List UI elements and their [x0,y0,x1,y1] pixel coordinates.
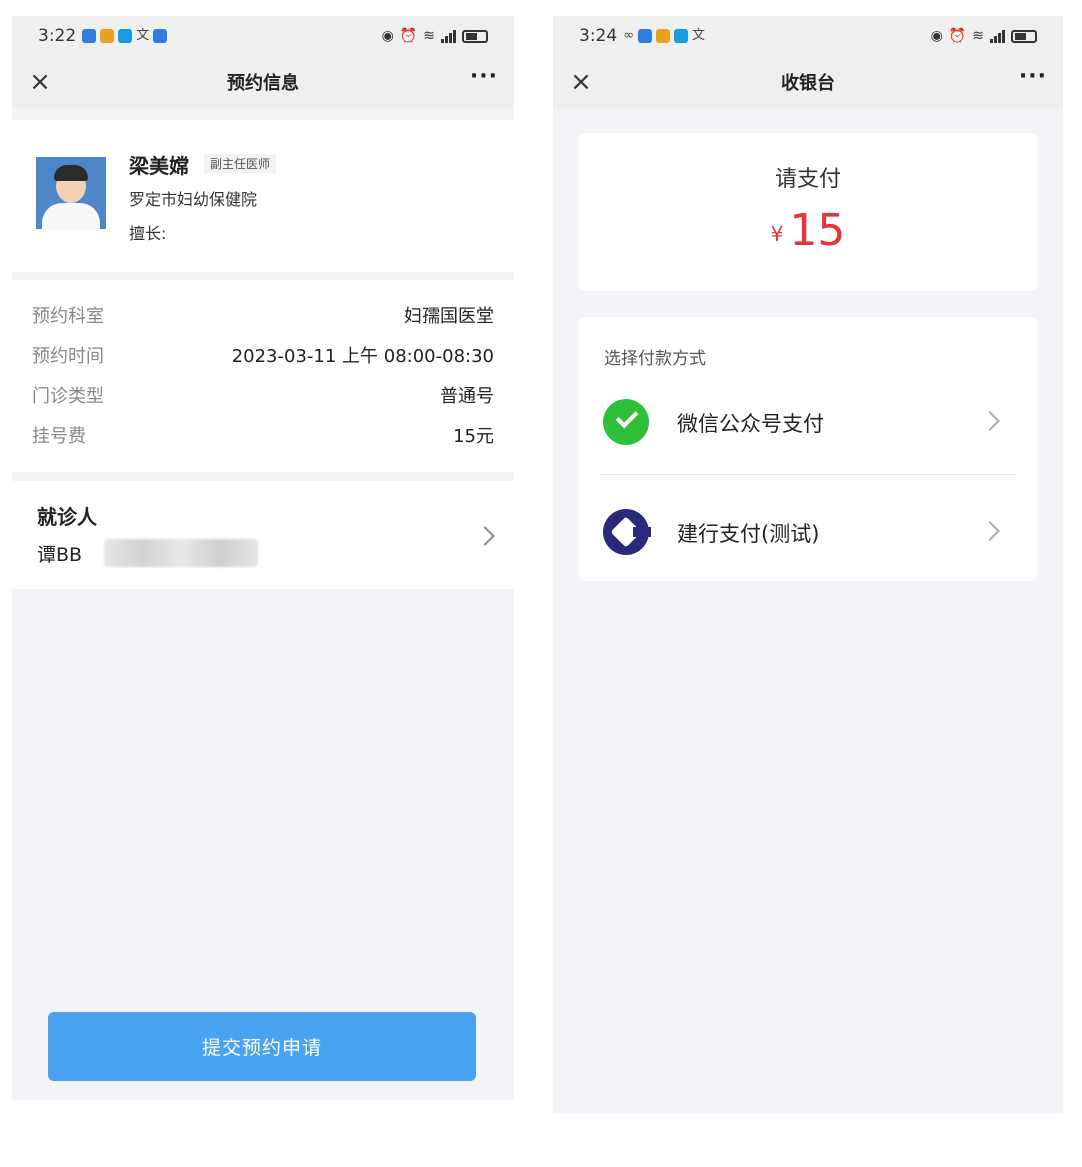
notification-cloud-icon [118,29,133,43]
chevron-right-icon [475,526,495,546]
payment-amount: ¥15 [579,205,1037,256]
ccb-icon [603,509,651,555]
notification-link-icon: ∞ [623,28,635,43]
notification-app-icon [656,29,671,43]
chevron-right-icon [980,411,1000,431]
info-value: 妇孺国医堂 [404,306,494,327]
info-row-clinic-type: 门诊类型 普通号 [32,380,494,410]
notification-app-icon [638,29,653,43]
chevron-right-icon [980,521,1000,541]
info-label: 预约科室 [32,306,104,327]
payment-method-wechat[interactable]: 微信公众号支付 [579,375,1037,475]
info-value: 普通号 [440,386,494,407]
patient-selector[interactable]: 就诊人 谭BB [12,481,514,589]
payment-methods-heading: 选择付款方式 [604,349,706,369]
doctor-specialty: 擅长: [129,224,167,243]
doctor-avatar [36,157,106,229]
redacted-id [104,539,258,567]
info-value: 2023-03-11 上午 08:00-08:30 [231,346,494,367]
notification-app-icon [82,29,97,43]
translate-icon: 文 [692,28,706,43]
doctor-card: 梁美嫦 副主任医师 罗定市妇幼保健院 擅长: [12,120,514,272]
status-icons: ◉ ⏰ ≋ [382,28,488,44]
wechat-pay-icon [603,399,649,445]
info-label: 门诊类型 [32,386,104,407]
page-title: 预约信息 [227,73,299,94]
eye-icon: ◉ [381,28,394,44]
info-row-department: 预约科室 妇孺国医堂 [32,300,494,330]
alarm-icon: ⏰ [948,28,967,44]
payment-method-label: 微信公众号支付 [677,412,824,436]
translate-icon: 文 [136,28,150,43]
more-icon[interactable]: ··· [470,64,498,89]
battery-icon [1011,29,1037,43]
checkout-screen: 3:24 ∞ 文 ◉ ⏰ ≋ × 收银台 ··· 请支付 ¥15 选择付款方式 … [553,16,1063,1114]
status-bar: 3:22 文 ◉ ⏰ ≋ [12,16,514,56]
signal-icon [990,29,1005,43]
signal-icon [441,29,456,43]
info-label: 预约时间 [32,346,104,367]
info-row-fee: 挂号费 15元 [32,420,494,450]
page-title: 收银台 [781,73,835,94]
payment-method-ccb[interactable]: 建行支付(测试) [579,485,1037,585]
doctor-title-badge: 副主任医师 [204,154,277,173]
info-row-time: 预约时间 2023-03-11 上午 08:00-08:30 [32,340,494,370]
payment-summary: 请支付 ¥15 [579,133,1037,291]
currency-symbol: ¥ [770,222,784,246]
appointment-screen: 3:22 文 ◉ ⏰ ≋ × 预约信息 ··· 梁美嫦 副主任医师 罗定市妇幼保… [12,16,514,1100]
close-icon[interactable]: × [565,66,597,98]
patient-name: 谭BB [37,544,83,566]
payment-label: 请支付 [774,167,841,192]
submit-appointment-button[interactable]: 提交预约申请 [48,1012,476,1081]
alarm-icon: ⏰ [399,28,418,44]
info-label: 挂号费 [32,426,86,447]
wifi-icon: ≋ [423,28,435,44]
divider [601,474,1015,475]
info-value: 15元 [453,426,494,447]
nav-bar: × 预约信息 ··· [12,56,514,108]
payment-method-label: 建行支付(测试) [677,522,820,546]
battery-icon [462,29,488,43]
status-icons: ◉ ⏰ ≋ [931,28,1037,44]
payment-methods: 选择付款方式 微信公众号支付 建行支付(测试) [579,317,1037,581]
doctor-hospital: 罗定市妇幼保健院 [129,190,258,209]
doctor-name: 梁美嫦 [129,154,189,178]
status-time: 3:24 [579,26,618,46]
notification-app-icon [100,29,115,43]
amount-value: 15 [789,205,846,256]
wifi-icon: ≋ [972,28,984,44]
status-time: 3:22 [38,26,77,46]
appointment-info: 预约科室 妇孺国医堂 预约时间 2023-03-11 上午 08:00-08:3… [12,280,514,472]
notification-arrow-icon [153,29,168,43]
more-icon[interactable]: ··· [1019,64,1047,89]
notification-cloud-icon [674,29,689,43]
patient-heading: 就诊人 [37,505,97,529]
close-icon[interactable]: × [24,66,56,98]
status-bar: 3:24 ∞ 文 ◉ ⏰ ≋ [553,16,1063,56]
eye-icon: ◉ [930,28,943,44]
nav-bar: × 收银台 ··· [553,56,1063,108]
